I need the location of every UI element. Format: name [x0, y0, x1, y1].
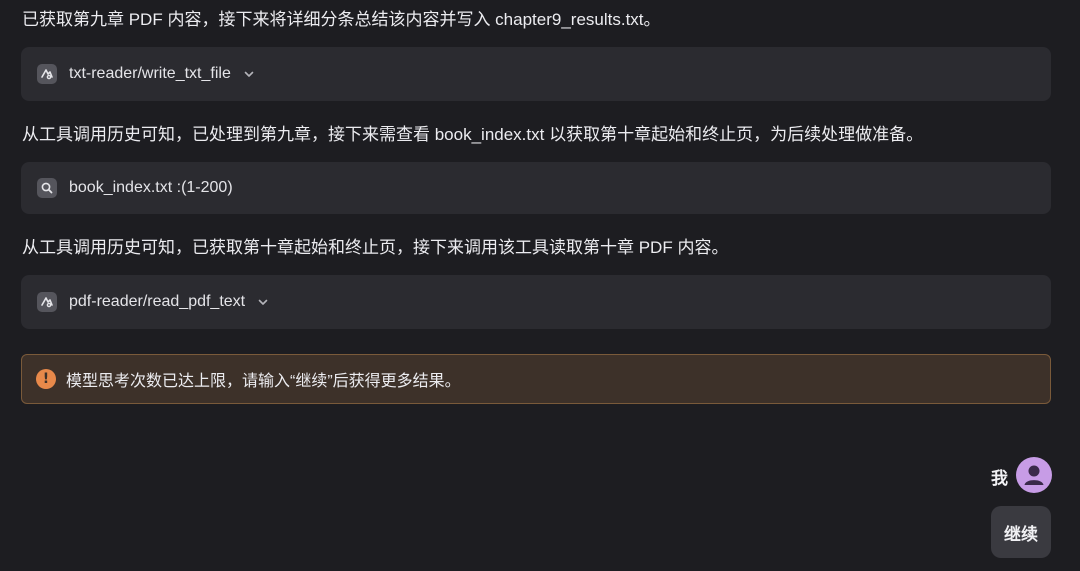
tool-call-label: txt-reader/write_txt_file [69, 65, 231, 82]
tool-icon [37, 292, 57, 312]
chat-window: 已获取第九章 PDF 内容，接下来将详细分条总结该内容并写入 chapter9_… [0, 0, 1080, 571]
assistant-message: 从工具调用历史可知，已获取第十章起始和终止页，接下来调用该工具读取第十章 PDF… [22, 238, 729, 257]
exclamation-icon: ! [36, 369, 56, 389]
user-message-bubble: 继续 [991, 506, 1051, 558]
assistant-message: 已获取第九章 PDF 内容，接下来将详细分条总结该内容并写入 chapter9_… [22, 10, 661, 29]
chevron-down-icon[interactable] [243, 68, 255, 80]
tool-icon [37, 64, 57, 84]
search-icon [37, 178, 57, 198]
user-name: 我 [991, 469, 1008, 488]
chevron-down-icon[interactable] [257, 296, 269, 308]
limit-warning-banner: ! 模型思考次数已达上限，请输入“继续”后获得更多结果。 [21, 354, 1051, 404]
tool-call-read-pdf[interactable]: pdf-reader/read_pdf_text [21, 275, 1051, 329]
tool-call-write-txt[interactable]: txt-reader/write_txt_file [21, 47, 1051, 101]
warning-text: 模型思考次数已达上限，请输入“继续”后获得更多结果。 [66, 373, 461, 390]
assistant-message: 从工具调用历史可知，已处理到第九章，接下来需查看 book_index.txt … [22, 125, 924, 144]
tool-call-label: book_index.txt :(1-200) [69, 179, 233, 196]
tool-call-read-index[interactable]: book_index.txt :(1-200) [21, 162, 1051, 214]
tool-call-label: pdf-reader/read_pdf_text [69, 293, 246, 310]
user-avatar-icon[interactable] [1016, 457, 1052, 493]
